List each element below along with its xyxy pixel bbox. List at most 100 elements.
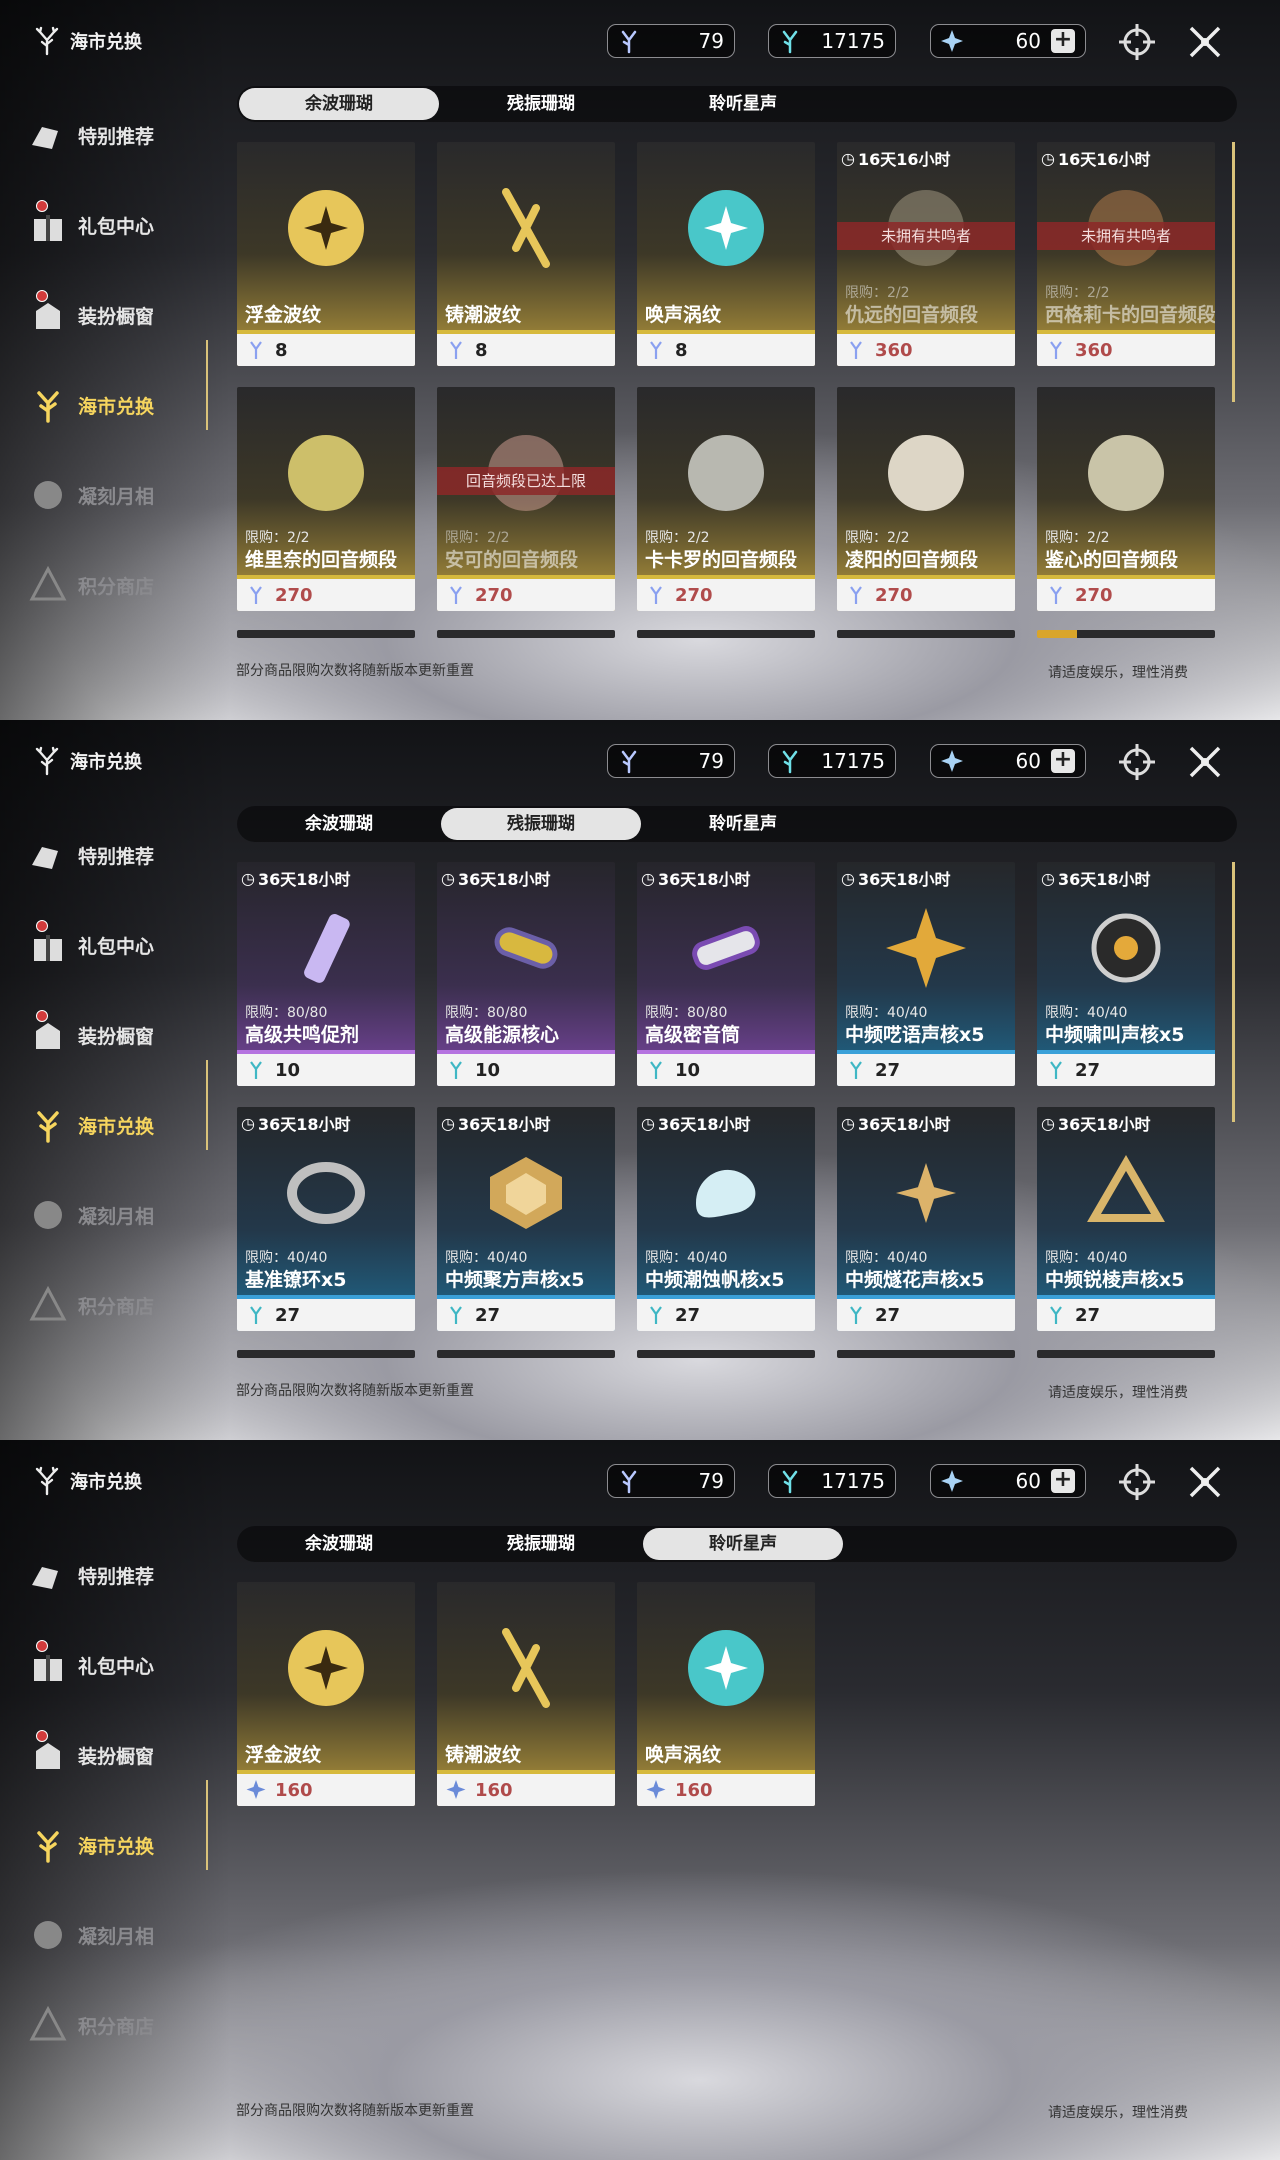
tab-stellar-sound[interactable]: 聆听星声 [643,808,843,840]
tab-oscillated-coral[interactable]: 残振珊瑚 [441,88,641,120]
shop-card[interactable]: 铸潮波纹 8 [437,142,615,366]
reward-target-icon[interactable] [1117,1462,1157,1502]
price-tag: 160 [637,1774,815,1806]
close-icon[interactable] [1185,1462,1225,1502]
coral-icon [37,1111,59,1143]
item-name: 鉴心的回音频段 [1045,549,1179,571]
currency-value: 17175 [821,1469,885,1493]
notification-dot [36,290,48,302]
shop-card[interactable]: 限购：2/2 鉴心的回音频段 270 [1037,387,1215,611]
price-tag: 160 [237,1774,415,1806]
purchase-limit: 限购：80/80 [645,1005,728,1021]
item-name: 维里奈的回音频段 [245,549,398,571]
shop-card[interactable]: 限购：2/2 卡卡罗的回音频段 270 [637,387,815,611]
price-tag: 27 [837,1054,1015,1086]
partial-card [237,630,415,638]
tab-stellar-sound[interactable]: 聆听星声 [643,1528,843,1560]
shop-card[interactable]: 浮金波纹 160 [237,1582,415,1806]
sidebar-item-moon-phase[interactable]: 凝刻月相 [28,1170,208,1260]
shop-card[interactable]: 唤声涡纹 8 [637,142,815,366]
item-name: 凌阳的回音频段 [845,549,979,571]
prism-core-icon [1087,1155,1165,1222]
oscillated-coral-counter: 17175 [768,744,896,778]
sidebar-item-outfits[interactable]: 装扮橱窗 [28,270,208,360]
add-astrite-button[interactable]: + [1051,29,1075,53]
aftersound-coral-icon [650,586,662,604]
sidebar-item-packs[interactable]: 礼包中心 [28,180,208,270]
reward-target-icon[interactable] [1117,22,1157,62]
sidebar-item-packs[interactable]: 礼包中心 [28,1620,208,1710]
reward-target-icon[interactable] [1117,742,1157,782]
shop-card[interactable]: 唤声涡纹 160 [637,1582,815,1806]
tab-bar: 余波珊瑚 残振珊瑚 聆听星声 [237,86,1237,122]
sidebar-item-moon-phase[interactable]: 凝刻月相 [28,450,208,540]
scrollbar[interactable] [1232,142,1235,402]
sidebar-item-featured[interactable]: 特别推荐 [28,810,208,900]
sidebar-item-label: 凝刻月相 [78,1205,155,1228]
currency-value: 60 [1015,749,1041,773]
tab-stellar-sound[interactable]: 聆听星声 [643,88,843,120]
sidebar-item-packs[interactable]: 礼包中心 [28,900,208,990]
shop-card[interactable]: ◷ 16天16小时 未拥有共鸣者 限购：2/2 仇远的回音频段 360 [837,142,1015,366]
aftersound-coral-icon [1050,586,1062,604]
price-tag: 10 [637,1054,815,1086]
partial-card [637,1350,815,1358]
outfit-icon [36,1743,60,1769]
sidebar-item-exchange[interactable]: 海市兑换 [28,1080,208,1170]
sidebar-item-points-shop[interactable]: 积分商店 [28,1260,208,1350]
reset-note: 部分商品限购次数将随新版本更新重置 [236,1383,474,1399]
tab-aftersound-coral[interactable]: 余波珊瑚 [239,1528,439,1560]
sidebar-item-points-shop[interactable]: 积分商店 [28,1980,208,2070]
clock-icon: ◷ [1041,1113,1055,1133]
add-astrite-button[interactable]: + [1051,1469,1075,1493]
tab-aftersound-coral[interactable]: 余波珊瑚 [239,88,439,120]
timer: ◷ 36天18小时 [1041,868,1151,890]
purchase-limit: 限购：80/80 [245,1005,328,1021]
clock-icon: ◷ [841,868,855,888]
close-icon[interactable] [1185,22,1225,62]
sidebar-item-points-shop[interactable]: 积分商店 [28,540,208,630]
timer: ◷ 36天18小时 [1041,1113,1151,1135]
sidebar-item-outfits[interactable]: 装扮橱窗 [28,990,208,1080]
shop-card[interactable]: ◷ 36天18小时 限购：80/80 高级共鸣促剂 10 [237,862,415,1086]
scrollbar[interactable] [1232,862,1235,1122]
moon-icon [34,1201,62,1229]
sidebar-item-exchange[interactable]: 海市兑换 [28,360,208,450]
close-icon[interactable] [1185,742,1225,782]
tab-oscillated-coral[interactable]: 残振珊瑚 [441,808,641,840]
shop-card[interactable]: ◷ 36天18小时 限购：80/80 高级密音筒 10 [637,862,815,1086]
partial-card [637,630,815,638]
shop-card[interactable]: ◷ 36天18小时 限购：40/40 中频聚方声核x5 27 [437,1107,615,1331]
sidebar-item-moon-phase[interactable]: 凝刻月相 [28,1890,208,1980]
advisory-note: 请适度娱乐，理性消费 [1048,665,1188,681]
shop-card[interactable]: 浮金波纹 8 [237,142,415,366]
sidebar-item-exchange[interactable]: 海市兑换 [28,1800,208,1890]
clock-icon: ◷ [641,868,655,888]
shop-card[interactable]: ◷ 36天18小时 限购：40/40 中频啸叫声核x5 27 [1037,862,1215,1086]
shop-card[interactable]: 限购：2/2 维里奈的回音频段 270 [237,387,415,611]
tab-oscillated-coral[interactable]: 残振珊瑚 [441,1528,641,1560]
sidebar-item-outfits[interactable]: 装扮橱窗 [28,1710,208,1800]
shop-card[interactable]: 铸潮波纹 160 [437,1582,615,1806]
purchase-limit: 限购：40/40 [245,1250,328,1266]
shop-card[interactable]: ◷ 36天18小时 限购：40/40 中频锐棱声核x5 27 [1037,1107,1215,1331]
shop-card[interactable]: ◷ 36天18小时 限购：40/40 中频潮蚀帆核x5 27 [637,1107,815,1331]
shop-card[interactable]: ◷ 36天18小时 限购：40/40 基准镣环x5 27 [237,1107,415,1331]
shop-card[interactable]: ◷ 36天18小时 限购：40/40 中频呓语声核x5 27 [837,862,1015,1086]
shop-card[interactable]: ◷ 16天16小时 未拥有共鸣者 限购：2/2 西格莉卡的回音频段 360 [1037,142,1215,366]
sealed-tube-icon [692,926,760,970]
sidebar-item-featured[interactable]: 特别推荐 [28,1530,208,1620]
sidebar-item-featured[interactable]: 特别推荐 [28,90,208,180]
aftersound-coral-icon [621,750,637,774]
shop-card[interactable]: 限购：2/2 凌阳的回音频段 270 [837,387,1015,611]
status-banner: 回音频段已达上限 [437,467,615,495]
shop-card[interactable]: ◷ 36天18小时 限购：40/40 中频燧花声核x5 27 [837,1107,1015,1331]
shop-card[interactable]: ◷ 36天18小时 限购：80/80 高级能源核心 10 [437,862,615,1086]
partial-card [437,1350,615,1358]
tab-aftersound-coral[interactable]: 余波珊瑚 [239,808,439,840]
add-astrite-button[interactable]: + [1051,749,1075,773]
character-portrait [288,435,364,511]
character-portrait [688,435,764,511]
price-value: 270 [875,584,913,606]
shop-card[interactable]: 回音频段已达上限 限购：2/2 安可的回音频段 270 [437,387,615,611]
